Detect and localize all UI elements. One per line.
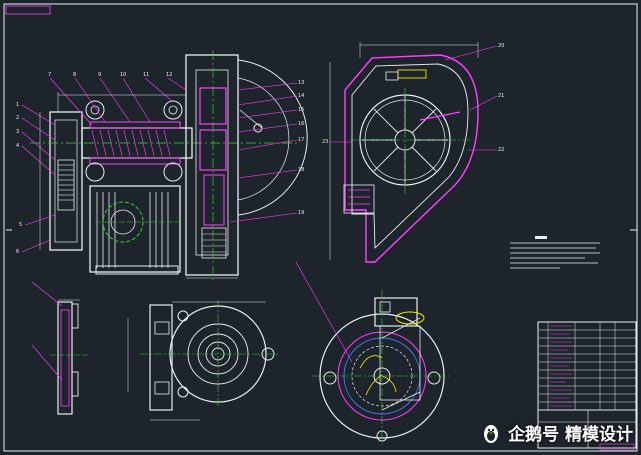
svg-text:17: 17: [298, 137, 304, 143]
svg-text:22: 22: [498, 147, 504, 153]
penguin-logo-icon: [484, 424, 499, 443]
blower-housing-side-view: 20 21 22 23: [322, 42, 504, 263]
svg-text:5: 5: [19, 222, 22, 228]
svg-text:11: 11: [143, 72, 149, 78]
svg-text:23: 23: [322, 139, 328, 145]
svg-text:18: 18: [298, 167, 304, 173]
svg-text:8: 8: [73, 72, 76, 78]
svg-text:14: 14: [298, 93, 304, 99]
svg-text:1: 1: [16, 102, 19, 108]
cad-drawing-canvas: 123 456 789 10 11 12 131415 161718 19 20…: [3, 3, 638, 452]
technical-requirements-notes: [510, 236, 600, 269]
left-section-view: [31, 281, 90, 415]
svg-text:10: 10: [120, 72, 126, 78]
svg-text:16: 16: [298, 121, 304, 127]
svg-text:13: 13: [298, 80, 304, 86]
svg-text:3: 3: [16, 129, 19, 135]
svg-text:6: 6: [16, 249, 19, 255]
watermark-text: 企鹅号 精模设计: [508, 425, 633, 445]
svg-text:21: 21: [498, 93, 504, 99]
svg-text:4: 4: [16, 143, 19, 149]
frame-label-box: [5, 5, 51, 15]
bottom-right-impeller-view: [295, 261, 452, 445]
svg-text:7: 7: [48, 72, 51, 78]
svg-text:20: 20: [498, 43, 504, 49]
main-assembly-front-view: 123 456 789 10 11 12 131415 161718 19: [16, 50, 308, 280]
bottom-middle-end-view: [127, 300, 280, 421]
svg-text:19: 19: [298, 210, 304, 216]
watermark: 企鹅号 精模设计: [480, 420, 633, 445]
svg-text:2: 2: [16, 115, 19, 121]
svg-text:12: 12: [166, 72, 172, 78]
svg-text:15: 15: [298, 107, 304, 113]
svg-text:9: 9: [98, 72, 101, 78]
